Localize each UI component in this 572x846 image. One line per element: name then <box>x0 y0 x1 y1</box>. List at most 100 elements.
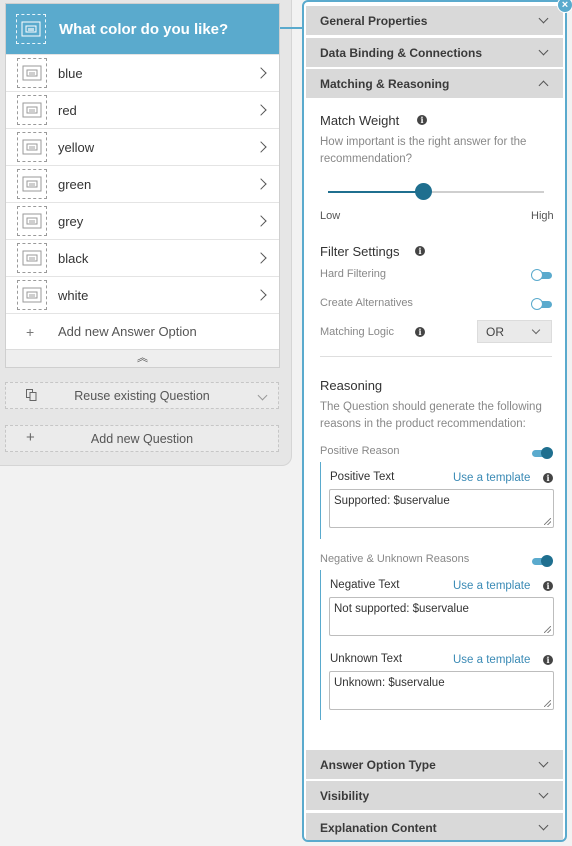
question-card: What color do you like? blue red yellow gre… <box>5 3 280 368</box>
answer-option-label: green <box>58 176 92 192</box>
chevron-down-icon <box>538 757 549 768</box>
chevron-up-icon <box>538 80 549 91</box>
info-icon[interactable]: i <box>415 327 425 337</box>
chevron-right-icon <box>255 215 267 227</box>
add-answer-option-button[interactable]: + Add new Answer Option <box>6 313 279 349</box>
info-icon[interactable]: i <box>417 115 427 125</box>
chevron-right-icon <box>255 104 267 116</box>
image-placeholder-icon[interactable] <box>17 169 47 199</box>
chevron-down-icon <box>538 13 549 24</box>
positive-group-line <box>320 462 321 539</box>
slider-max-label: High <box>531 210 554 222</box>
filter-settings-title: Filter Settings <box>320 244 400 259</box>
negative-use-template-link[interactable]: Use a template <box>453 580 530 592</box>
info-icon[interactable]: i <box>543 655 553 665</box>
section-title: Data Binding & Connections <box>320 45 482 60</box>
positive-reason-label: Positive Reason <box>320 445 400 457</box>
unknown-text-field[interactable]: Unknown: $uservalue <box>329 671 554 710</box>
image-placeholder-icon[interactable] <box>17 206 47 236</box>
chevron-right-icon <box>255 289 267 301</box>
section-title: Answer Option Type <box>320 757 436 772</box>
slider-fill <box>328 191 424 193</box>
question-title[interactable]: What color do you like? <box>59 21 228 38</box>
reasoning-title: Reasoning <box>320 378 383 393</box>
negative-text-label: Negative Text <box>330 579 400 591</box>
copy-icon <box>26 389 37 404</box>
matching-logic-select[interactable]: OR <box>477 320 552 343</box>
positive-reason-toggle[interactable] <box>532 447 553 459</box>
answer-option-label: white <box>58 287 89 303</box>
hard-filtering-toggle[interactable] <box>531 269 552 281</box>
chevron-down-icon <box>538 820 549 831</box>
section-explanation-content[interactable]: Explanation Content <box>306 813 563 840</box>
add-question-label: Add new Question <box>90 431 194 446</box>
section-answer-option-type[interactable]: Answer Option Type <box>306 750 563 779</box>
match-weight-slider[interactable] <box>328 183 544 200</box>
image-placeholder-icon[interactable] <box>16 14 46 44</box>
connector-line <box>280 27 304 29</box>
chevron-down-icon <box>538 45 549 56</box>
double-chevron-up-icon: ︽ <box>137 352 148 364</box>
reasoning-help: The Question should generate the followi… <box>320 401 542 430</box>
section-general-properties[interactable]: General Properties <box>306 6 563 35</box>
close-icon[interactable]: × <box>557 0 572 13</box>
matching-logic-label: Matching Logic <box>320 326 394 338</box>
slider-min-label: Low <box>320 210 341 222</box>
image-placeholder-icon[interactable] <box>17 58 47 88</box>
answer-option-row[interactable]: green <box>6 165 279 202</box>
answer-option-label: grey <box>58 213 84 229</box>
image-placeholder-icon[interactable] <box>17 243 47 273</box>
answer-option-label: red <box>58 102 77 118</box>
answer-option-row[interactable]: black <box>6 239 279 276</box>
info-icon[interactable]: i <box>543 581 553 591</box>
reuse-question-button[interactable]: Reuse existing Question <box>5 382 279 409</box>
info-icon[interactable]: i <box>543 473 553 483</box>
negative-unknown-toggle[interactable] <box>532 555 553 567</box>
answer-option-row[interactable]: yellow <box>6 128 279 165</box>
answer-option-label: blue <box>58 65 83 81</box>
add-question-button[interactable]: + Add new Question <box>5 425 279 452</box>
section-title: General Properties <box>320 13 428 28</box>
section-title: Visibility <box>320 788 370 803</box>
unknown-use-template-link[interactable]: Use a template <box>453 654 530 666</box>
negative-unknown-label: Negative & Unknown Reasons <box>320 553 470 565</box>
negative-text-field[interactable]: Not supported: $uservalue <box>329 597 554 636</box>
answer-option-row[interactable]: blue <box>6 54 279 91</box>
image-placeholder-icon[interactable] <box>17 95 47 125</box>
match-weight-label: Match Weight <box>320 113 400 128</box>
section-title: Explanation Content <box>320 820 437 835</box>
divider <box>320 356 552 357</box>
plus-icon: + <box>26 323 35 340</box>
answer-option-row[interactable]: grey <box>6 202 279 239</box>
match-weight-help: How important is the right answer for th… <box>320 136 527 165</box>
chevron-right-icon <box>255 67 267 79</box>
positive-use-template-link[interactable]: Use a template <box>453 472 530 484</box>
section-title: Matching & Reasoning <box>320 76 450 91</box>
chevron-down-icon <box>538 788 549 799</box>
add-answer-option-label: Add new Answer Option <box>58 324 197 339</box>
chevron-right-icon <box>255 252 267 264</box>
image-placeholder-icon[interactable] <box>17 280 47 310</box>
chevron-right-icon <box>255 178 267 190</box>
image-placeholder-icon[interactable] <box>17 132 47 162</box>
slider-handle[interactable] <box>415 183 433 200</box>
answer-option-label: black <box>58 250 89 266</box>
info-icon[interactable]: i <box>415 246 425 256</box>
positive-text-label: Positive Text <box>330 471 395 483</box>
unknown-text-label: Unknown Text <box>330 653 403 665</box>
plus-icon: + <box>26 429 35 446</box>
section-matching-reasoning[interactable]: Matching & Reasoning <box>306 69 563 98</box>
question-header[interactable]: What color do you like? <box>6 4 279 54</box>
section-data-binding[interactable]: Data Binding & Connections <box>306 38 563 67</box>
positive-text-field[interactable]: Supported: $uservalue <box>329 489 554 528</box>
matching-logic-value: OR <box>486 324 504 339</box>
answer-option-row[interactable]: white <box>6 276 279 313</box>
match-weight-title: Match Weight <box>320 113 399 128</box>
create-alternatives-toggle[interactable] <box>531 298 552 310</box>
negative-group-line <box>320 570 321 720</box>
answer-option-label: yellow <box>58 139 95 155</box>
answer-option-row[interactable]: red <box>6 91 279 128</box>
section-visibility[interactable]: Visibility <box>306 781 563 810</box>
properties-panel: General Properties Data Binding & Connec… <box>302 0 567 842</box>
collapse-answers-button[interactable]: ︽ <box>6 349 279 367</box>
